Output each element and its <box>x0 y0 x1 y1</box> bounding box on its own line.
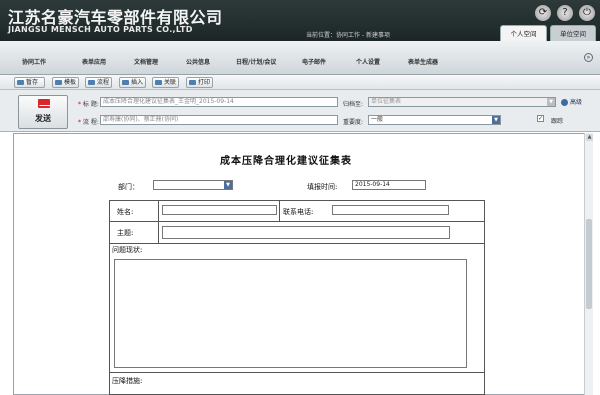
envelope-icon <box>38 99 50 108</box>
nav-item-form-builder[interactable]: 表单生成器 <box>408 57 438 66</box>
scroll-up-icon[interactable]: ▲ <box>586 134 593 141</box>
flow-input[interactable]: 邵寿康(协同)、蔡正鼎(协同) <box>100 115 338 125</box>
trace-label: 跟踪 <box>551 118 564 125</box>
logout-icon[interactable]: ⏻ <box>579 5 595 21</box>
refresh-icon[interactable]: ⟳ <box>535 5 551 21</box>
nav-item-forms[interactable]: 表单应用 <box>82 57 106 66</box>
table-divider <box>109 221 485 222</box>
issue-label: 问题现状: <box>112 246 143 254</box>
nav-item-docs[interactable]: 文档管理 <box>134 57 158 66</box>
table-divider <box>279 200 280 221</box>
archive-label: 归档至: <box>343 101 364 108</box>
scrollbar[interactable]: ▲ <box>584 133 593 395</box>
measure-label: 压降措施: <box>112 377 143 385</box>
trace-checkbox[interactable]: ✓ <box>537 115 544 122</box>
table-divider <box>109 372 485 373</box>
insert-icon <box>122 80 129 85</box>
save-draft-button[interactable]: 暂存 <box>14 77 45 88</box>
name-input[interactable] <box>162 205 277 215</box>
workflow-button[interactable]: 流程 <box>85 77 112 88</box>
breadcrumb: 当前位置：协同工作 - 新建事项 <box>306 32 390 39</box>
workflow-icon <box>88 80 95 85</box>
link-button[interactable]: 关联 <box>152 77 179 88</box>
advanced-icon[interactable] <box>561 99 568 106</box>
date-input[interactable]: 2015-09-14 <box>352 180 426 190</box>
insert-button[interactable]: 插入 <box>119 77 146 88</box>
nav-item-collab[interactable]: 协同工作 <box>22 57 46 66</box>
archive-select[interactable]: 单位征集表 ▼ <box>368 97 556 107</box>
tab-unit-space[interactable]: 单位空间 <box>550 25 596 41</box>
date-label: 填报时间: <box>307 183 338 191</box>
table-divider <box>109 243 485 244</box>
nav-expand-icon[interactable]: » <box>584 53 593 62</box>
subject-label: 主题: <box>117 229 134 237</box>
nav-item-settings[interactable]: 个人设置 <box>356 57 380 66</box>
phone-input[interactable] <box>332 205 449 215</box>
company-logo-en: JIANGSU MENSCH AUTO PARTS CO.,LTD <box>8 25 193 34</box>
print-button[interactable]: 打印 <box>186 77 213 88</box>
flow-label: * 流 程: <box>78 119 99 126</box>
action-toolbar: 暂存 模板 流程 插入 关联 打印 <box>0 75 600 90</box>
print-icon <box>189 80 196 85</box>
phone-label: 联系电话: <box>283 208 314 216</box>
dept-label: 部门： <box>118 183 139 191</box>
title-input[interactable]: 成本压降合理化建议征集表_王金明_2015-09-14 <box>100 97 338 107</box>
chevron-down-icon: ▼ <box>547 98 555 106</box>
link-icon <box>155 80 162 85</box>
send-button[interactable]: 发送 <box>18 95 68 129</box>
name-label: 姓名: <box>117 208 134 216</box>
template-icon <box>55 80 62 85</box>
chevron-down-icon: ▼ <box>224 181 232 189</box>
nav-item-public[interactable]: 公共信息 <box>186 57 210 66</box>
subject-input[interactable] <box>162 226 450 239</box>
nav-item-calendar[interactable]: 日程/计划/会议 <box>236 57 276 66</box>
main-nav: 协同工作 表单应用 文档管理 公共信息 日程/计划/会议 电子邮件 个人设置 表… <box>0 41 600 75</box>
app-header: 江苏名豪汽车零部件有限公司 JIANGSU MENSCH AUTO PARTS … <box>0 0 600 41</box>
help-icon[interactable]: ? <box>557 5 573 21</box>
save-icon <box>17 80 24 85</box>
scrollbar-thumb[interactable] <box>586 219 592 309</box>
title-label: * 标 题: <box>78 101 99 108</box>
advanced-link[interactable]: 高级 <box>570 97 582 106</box>
importance-select[interactable]: 一般 ▼ <box>368 115 501 125</box>
template-button[interactable]: 模板 <box>52 77 79 88</box>
importance-label: 重要度: <box>343 119 364 126</box>
tab-personal-space[interactable]: 个人空间 <box>500 25 547 41</box>
nav-item-email[interactable]: 电子邮件 <box>302 57 326 66</box>
chevron-down-icon: ▼ <box>492 116 500 124</box>
document-title: 成本压降合理化建议征集表 <box>220 156 352 167</box>
issue-textarea[interactable] <box>114 259 467 368</box>
dept-select[interactable]: ▼ <box>153 180 233 190</box>
